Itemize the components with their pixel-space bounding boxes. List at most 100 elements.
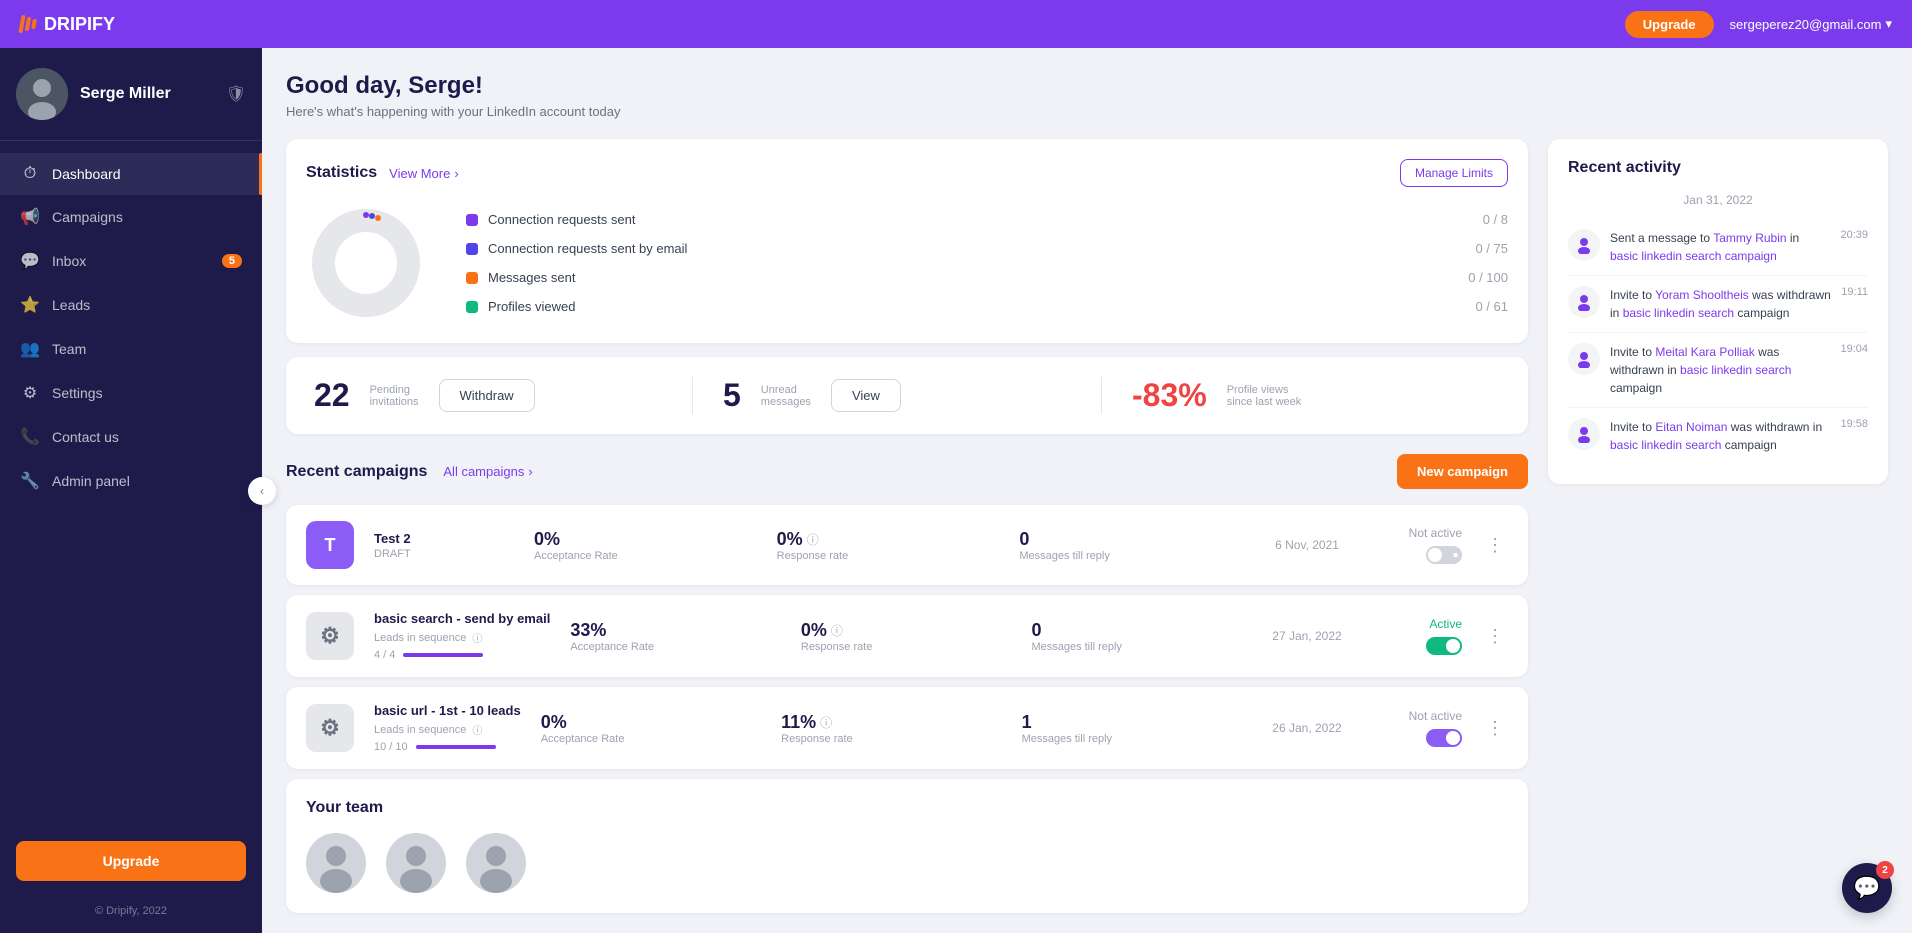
messages-value: 0 (1019, 529, 1242, 550)
sidebar-item-team[interactable]: 👥 Team (0, 327, 262, 371)
pending-label: Pendinginvitations (370, 384, 419, 408)
activity-campaign-link[interactable]: basic linkedin search (1610, 438, 1721, 452)
left-column: Statistics View More › Manage Limits (286, 139, 1528, 913)
view-button[interactable]: View (831, 379, 901, 412)
avatar-image (16, 68, 68, 120)
activity-time: 19:11 (1841, 286, 1868, 322)
messages-label: Messages till reply (1019, 550, 1242, 562)
campaigns-title: Recent campaigns (286, 463, 427, 481)
activity-campaign-link[interactable]: basic linkedin search (1623, 306, 1734, 320)
messages-value: 1 (1022, 712, 1242, 733)
sidebar-item-dashboard[interactable]: ⏱ Dashboard (0, 153, 262, 195)
team-section: Your team (286, 779, 1528, 913)
leads-bar (403, 653, 483, 657)
team-member-avatar (466, 833, 526, 893)
leads-progress-row: 4 / 4 (374, 649, 550, 661)
sidebar-item-contact[interactable]: 📞 Contact us (0, 415, 262, 459)
campaign-more-menu[interactable]: ⋮ (1482, 714, 1508, 743)
main-layout: Serge Miller 🛡 ⏱ Dashboard 📢 Campaigns 💬… (0, 48, 1912, 933)
activity-text: Invite to Eitan Noiman was withdrawn in … (1610, 418, 1830, 454)
profile-views-label: Profile viewssince last week (1227, 384, 1302, 408)
campaign-name: basic url - 1st - 10 leads (374, 703, 521, 718)
leads-text: Leads in sequence (374, 724, 466, 736)
activity-time: 19:58 (1840, 418, 1868, 454)
activity-campaign-link[interactable]: basic linkedin search (1680, 363, 1791, 377)
activity-person-link[interactable]: Yoram Shooltheis (1655, 288, 1749, 302)
campaign-date: 26 Jan, 2022 (1262, 721, 1352, 735)
campaign-more-menu[interactable]: ⋮ (1482, 622, 1508, 651)
campaign-toggle[interactable] (1426, 729, 1462, 747)
activity-time: 19:04 (1840, 343, 1868, 397)
legend-label: Connection requests sent (488, 212, 1473, 227)
sidebar-item-leads[interactable]: ⭐ Leads (0, 283, 262, 327)
manage-limits-button[interactable]: Manage Limits (1400, 159, 1508, 187)
toggle-wrap (1372, 729, 1462, 747)
campaign-info: Test 2 DRAFT (374, 531, 514, 560)
legend-value: 0 / 61 (1475, 299, 1508, 314)
chevron-right-campaigns-icon: › (528, 464, 532, 479)
all-campaigns-text: All campaigns (443, 464, 524, 479)
response-value: 11% (781, 712, 816, 733)
chat-bubble[interactable]: 💬 2 (1842, 863, 1892, 913)
pending-label-wrap: Pendinginvitations (370, 384, 419, 408)
acceptance-value: 0% (534, 529, 757, 550)
sidebar-item-label: Team (52, 341, 86, 357)
campaigns-title-row: Recent campaigns All campaigns › (286, 463, 533, 481)
activity-card: Recent activity Jan 31, 2022 Sent a mess… (1548, 139, 1888, 484)
team-member-avatar (386, 833, 446, 893)
leads-count: 10 / 10 (374, 741, 408, 753)
settings-icon: ⚙ (20, 383, 40, 403)
leads-text: Leads in sequence (374, 632, 466, 644)
leads-icon: ⭐ (20, 295, 40, 315)
acceptance-label: Acceptance Rate (570, 641, 781, 653)
sidebar-item-label: Contact us (52, 429, 119, 445)
withdraw-button[interactable]: Withdraw (439, 379, 535, 412)
sidebar-profile: Serge Miller 🛡 (0, 48, 262, 141)
shield-icon: 🛡 (226, 84, 246, 104)
campaign-icon: ⚙ (306, 704, 354, 752)
sidebar-item-campaigns[interactable]: 📢 Campaigns (0, 195, 262, 239)
sidebar-item-inbox[interactable]: 💬 Inbox 5 (0, 239, 262, 283)
sidebar-item-settings[interactable]: ⚙ Settings (0, 371, 262, 415)
avatar (16, 68, 68, 120)
stat-pending: 22 Pendinginvitations Withdraw (314, 377, 682, 414)
sidebar-footer: © Dripify, 2022 (0, 897, 262, 933)
activity-person-link[interactable]: Meital Kara Polliak (1655, 345, 1754, 359)
donut-chart (306, 203, 426, 323)
campaign-more-menu[interactable]: ⋮ (1482, 531, 1508, 560)
legend-value: 0 / 75 (1475, 241, 1508, 256)
sidebar-collapse-button[interactable]: ‹ (248, 477, 276, 505)
campaign-toggle[interactable]: ■ (1426, 546, 1462, 564)
team-title: Your team (306, 799, 383, 816)
legend-item: Connection requests sent 0 / 8 (466, 212, 1508, 227)
campaign-response: 11% ⓘ Response rate (781, 712, 1001, 745)
campaign-toggle[interactable] (1426, 637, 1462, 655)
activity-text: Invite to Yoram Shooltheis was withdrawn… (1610, 286, 1831, 322)
active-text: Active (1372, 617, 1462, 631)
activity-campaign-link[interactable]: basic linkedin search campaign (1610, 249, 1777, 263)
top-grid: Statistics View More › Manage Limits (286, 139, 1888, 913)
view-more-link[interactable]: View More › (389, 166, 459, 181)
activity-person-link[interactable]: Eitan Noiman (1655, 420, 1727, 434)
new-campaign-button[interactable]: New campaign (1397, 454, 1528, 489)
response-label: Response rate (781, 733, 1001, 745)
response-value: 0% (801, 620, 827, 641)
team-member-avatar (306, 833, 366, 893)
upgrade-button-sidebar[interactable]: Upgrade (16, 841, 246, 881)
dashboard-icon: ⏱ (20, 165, 40, 183)
sidebar-upgrade: Upgrade (0, 825, 262, 897)
chevron-down-icon: ▾ (1885, 16, 1892, 32)
legend-label: Connection requests sent by email (488, 241, 1465, 256)
all-campaigns-link[interactable]: All campaigns › (443, 464, 532, 479)
user-email-dropdown[interactable]: sergeperez20@gmail.com ▾ (1730, 16, 1892, 32)
acceptance-label: Acceptance Rate (541, 733, 761, 745)
activity-person-link[interactable]: Tammy Rubin (1713, 231, 1786, 245)
sidebar-item-admin[interactable]: 🔧 Admin panel (0, 459, 262, 503)
campaign-row: ⚙ basic url - 1st - 10 leads Leads in se… (286, 687, 1528, 769)
toggle-off-icon: ■ (1453, 551, 1458, 560)
stat-unread: 5 Unreadmessages View (692, 377, 1091, 414)
upgrade-button-top[interactable]: Upgrade (1625, 11, 1714, 38)
info-icon: ⓘ (831, 622, 843, 639)
activity-item: Invite to Meital Kara Polliak was withdr… (1568, 333, 1868, 408)
campaign-status-badge: Active (1372, 617, 1462, 655)
